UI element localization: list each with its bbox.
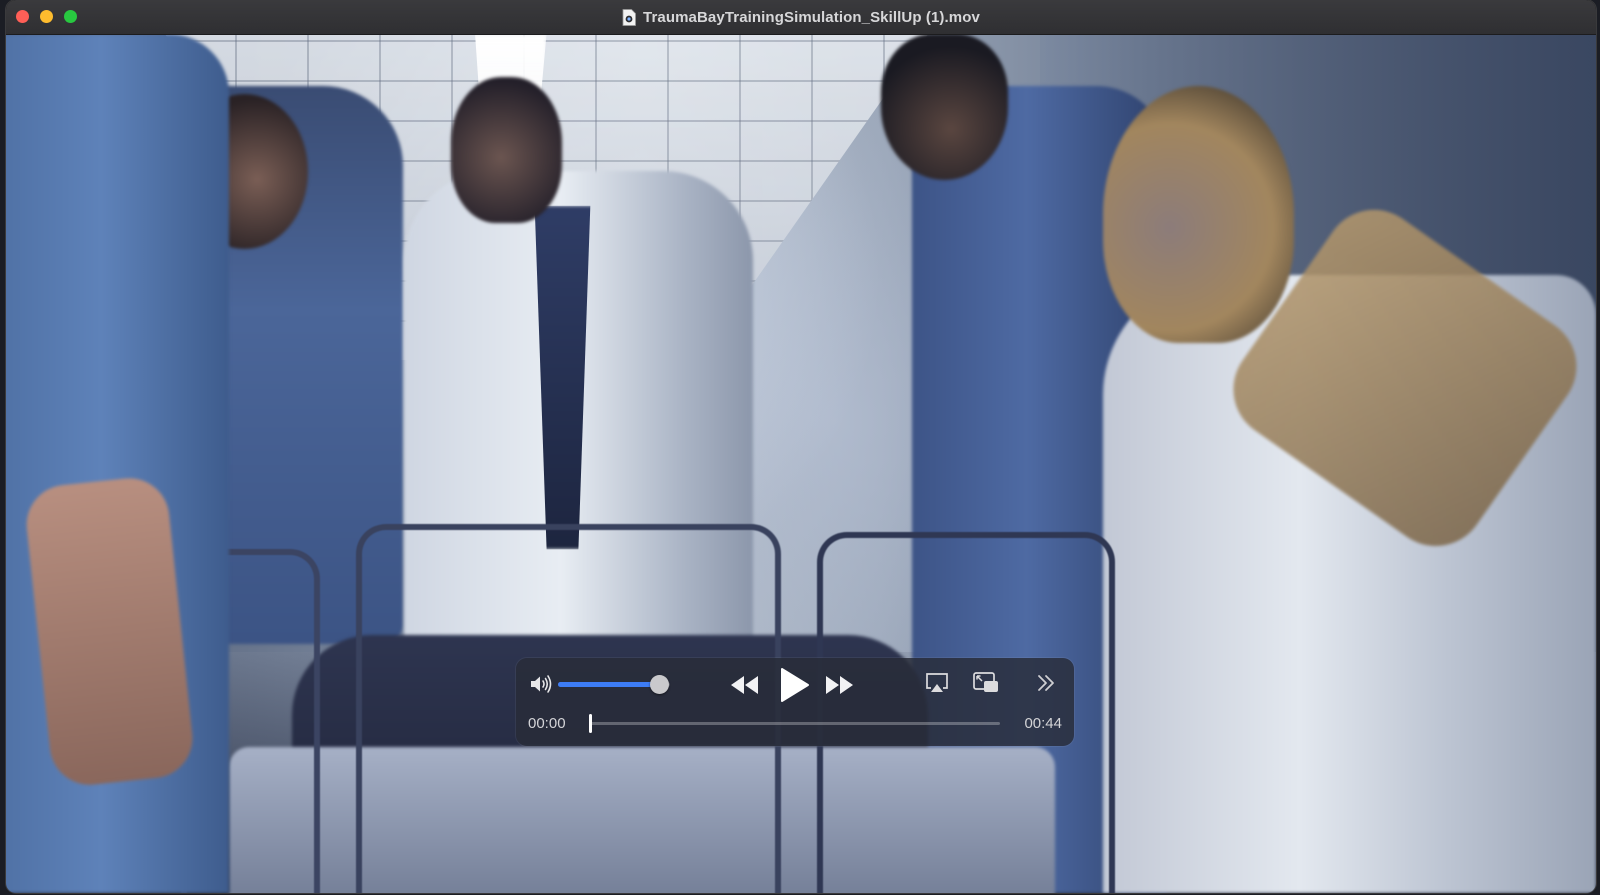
picture-in-picture-button[interactable] bbox=[972, 670, 1000, 696]
more-controls-button[interactable] bbox=[1034, 670, 1058, 696]
airplay-icon bbox=[926, 673, 948, 692]
quicktime-document-icon bbox=[622, 8, 636, 26]
window-title-group: TraumaBayTrainingSimulation_SkillUp (1).… bbox=[6, 0, 1596, 34]
video-figure-woman-head bbox=[1103, 85, 1294, 344]
total-duration: 00:44 bbox=[1024, 715, 1062, 732]
volume-slider[interactable] bbox=[558, 675, 670, 694]
window-title: TraumaBayTrainingSimulation_SkillUp (1).… bbox=[643, 8, 980, 26]
chevron-double-right-icon bbox=[1038, 675, 1054, 691]
current-time: 00:00 bbox=[528, 715, 566, 732]
video-figure-doctor-head bbox=[451, 76, 563, 223]
rewind-button[interactable] bbox=[728, 670, 762, 700]
rewind-icon bbox=[731, 676, 758, 694]
playback-controls: 00:00 00:44 bbox=[516, 658, 1074, 746]
volume-slider-knob[interactable] bbox=[649, 675, 669, 694]
airplay-button[interactable] bbox=[924, 670, 950, 696]
timeline-scrubber[interactable] bbox=[589, 714, 1000, 733]
video-frame[interactable] bbox=[6, 34, 1596, 893]
video-figure-man-head bbox=[880, 34, 1008, 181]
fast-forward-button[interactable] bbox=[822, 670, 856, 700]
quicktime-window: TraumaBayTrainingSimulation_SkillUp (1).… bbox=[6, 0, 1596, 893]
volume-slider-fill bbox=[558, 682, 659, 687]
title-bar[interactable]: TraumaBayTrainingSimulation_SkillUp (1).… bbox=[6, 0, 1596, 35]
play-icon bbox=[781, 668, 809, 702]
play-button[interactable] bbox=[774, 666, 812, 704]
speaker-icon[interactable] bbox=[528, 672, 554, 696]
fast-forward-icon bbox=[826, 676, 853, 694]
picture-in-picture-icon bbox=[973, 672, 998, 692]
playhead[interactable] bbox=[589, 714, 592, 733]
